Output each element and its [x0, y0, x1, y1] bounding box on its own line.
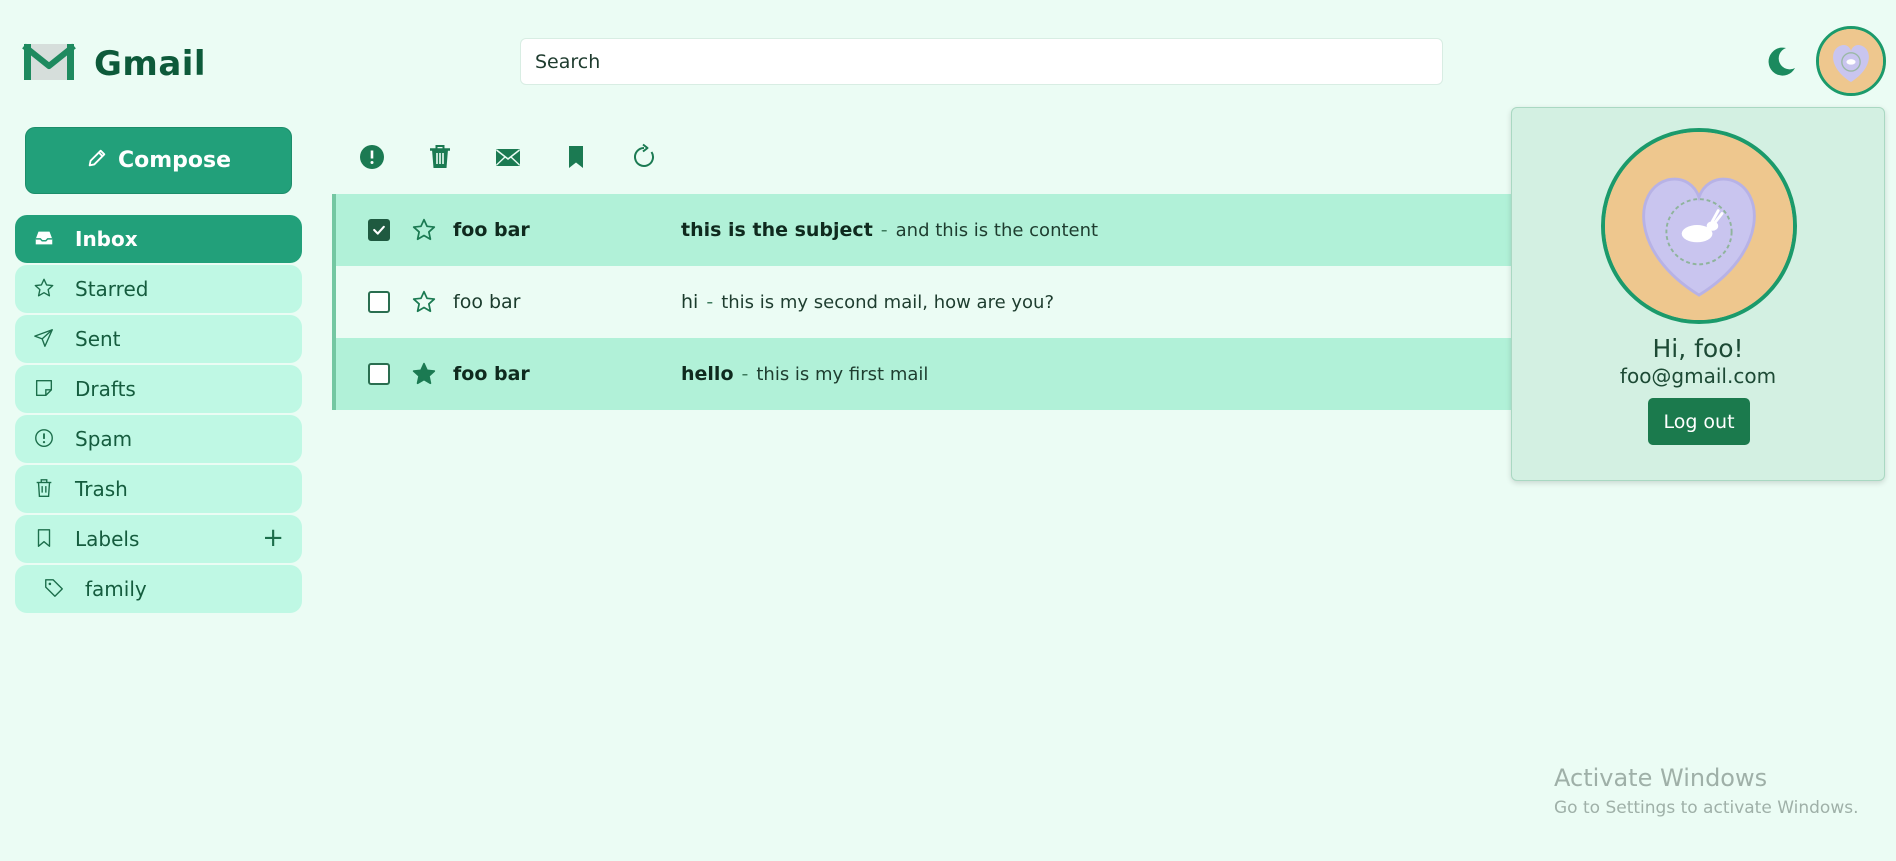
gmail-envelope-icon — [22, 40, 76, 88]
windows-activation-watermark: Activate Windows Go to Settings to activ… — [1554, 764, 1859, 818]
sidebar-item-drafts[interactable]: Drafts — [15, 365, 302, 413]
mark-read-icon[interactable] — [494, 143, 522, 171]
logout-button[interactable]: Log out — [1648, 398, 1750, 445]
profile-greeting: Hi, foo! — [1652, 334, 1744, 363]
app-name: Gmail — [94, 44, 207, 84]
alert-icon — [33, 427, 57, 451]
mail-sender: foo bar — [453, 363, 530, 385]
sidebar-item-family[interactable]: family — [15, 565, 302, 613]
sidebar-item-label: Drafts — [75, 377, 136, 401]
mail-checkbox[interactable] — [368, 219, 390, 241]
sidebar-item-label: Spam — [75, 427, 133, 451]
mail-row[interactable]: foo bar hello - this is my first mail — [332, 338, 1512, 410]
mail-row[interactable]: foo bar this is the subject - and this i… — [332, 194, 1512, 266]
label-icon[interactable] — [562, 143, 590, 171]
sidebar-item-label: Sent — [75, 327, 121, 351]
sidebar-item-sent[interactable]: Sent — [15, 315, 302, 363]
mail-snippet: this is my first mail — [756, 363, 929, 385]
draft-icon — [33, 377, 57, 401]
star-outline-icon[interactable] — [411, 289, 437, 315]
mail-snippet: this is my second mail, how are you? — [721, 291, 1055, 313]
mail-checkbox[interactable] — [368, 363, 390, 385]
compose-label: Compose — [117, 148, 232, 173]
sidebar-item-label: Starred — [75, 277, 149, 301]
sidebar-item-trash[interactable]: Trash — [15, 465, 302, 513]
sidebar-item-starred[interactable]: Starred — [15, 265, 302, 313]
mail-sender: foo bar — [453, 219, 530, 241]
trash-icon — [33, 477, 57, 501]
star-icon — [33, 277, 57, 301]
add-label-button[interactable]: + — [262, 525, 284, 551]
mail-sender: foo bar — [453, 291, 521, 313]
sidebar-item-label: Labels — [75, 527, 140, 551]
app-logo[interactable]: Gmail — [22, 40, 206, 88]
refresh-icon[interactable] — [630, 143, 658, 171]
bookmark-icon — [33, 527, 57, 551]
tag-icon — [43, 577, 67, 601]
mail-subject: hello — [681, 363, 734, 385]
sidebar-nav: Inbox Starred Sent Drafts Spam Trash Lab… — [15, 215, 302, 615]
sidebar-item-inbox[interactable]: Inbox — [15, 215, 302, 263]
watermark-subtitle: Go to Settings to activate Windows. — [1554, 798, 1859, 818]
mail-subject: hi — [681, 291, 699, 313]
mail-snippet: and this is the content — [895, 219, 1099, 241]
mail-row[interactable]: foo bar hi - this is my second mail, how… — [332, 266, 1512, 338]
mail-separator: - — [880, 219, 888, 241]
star-outline-icon[interactable] — [411, 217, 437, 243]
profile-email: foo@gmail.com — [1619, 364, 1777, 388]
sidebar-item-label: Trash — [75, 477, 128, 501]
watermark-title: Activate Windows — [1554, 764, 1768, 792]
pencil-icon — [86, 147, 108, 175]
profile-avatar — [1601, 128, 1797, 324]
mail-separator: - — [741, 363, 749, 385]
moon-icon[interactable] — [1764, 44, 1798, 78]
compose-button[interactable]: Compose — [25, 127, 292, 194]
trash-icon[interactable] — [426, 143, 454, 171]
profile-popup: Hi, foo! foo@gmail.com Log out — [1511, 107, 1885, 481]
mail-separator: - — [706, 291, 714, 313]
sidebar-item-label: Inbox — [75, 227, 138, 251]
inbox-icon — [33, 227, 57, 251]
sidebar-item-spam[interactable]: Spam — [15, 415, 302, 463]
sidebar-item-labels[interactable]: Labels + — [15, 515, 302, 563]
avatar[interactable] — [1816, 26, 1886, 96]
sidebar-item-label: family — [85, 577, 147, 601]
mail-checkbox[interactable] — [368, 291, 390, 313]
send-icon — [33, 327, 57, 351]
star-filled-icon[interactable] — [411, 361, 437, 387]
search-input[interactable] — [520, 38, 1443, 85]
mail-toolbar — [358, 143, 658, 171]
spam-icon[interactable] — [358, 143, 386, 171]
mail-subject: this is the subject — [681, 219, 873, 241]
mail-list: foo bar this is the subject - and this i… — [332, 194, 1512, 410]
